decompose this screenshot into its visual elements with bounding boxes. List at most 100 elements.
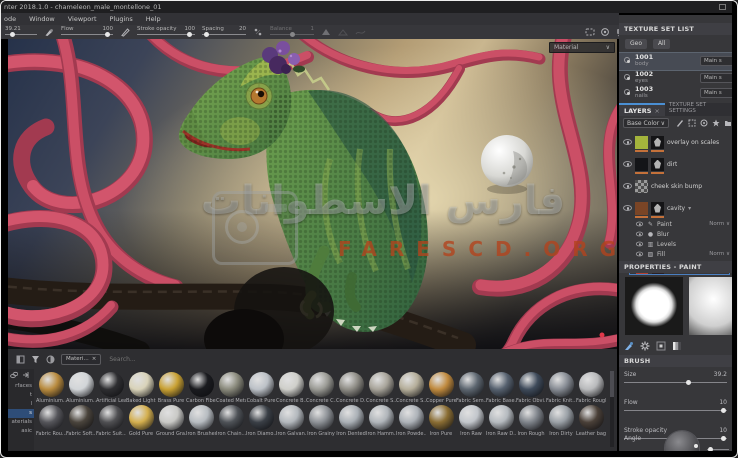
material-item[interactable]: Fabric Rou... xyxy=(36,404,66,437)
material-sphere[interactable] xyxy=(249,405,274,430)
material-item[interactable]: Aluminium... xyxy=(66,371,96,404)
falloff-icon[interactable] xyxy=(355,27,365,37)
material-item[interactable]: Iron Brushed xyxy=(186,404,216,437)
shelf-category[interactable]: asic xyxy=(8,427,34,436)
shelf-category-selected[interactable]: s xyxy=(8,409,34,418)
layer-mask-thumbnail[interactable] xyxy=(651,202,664,215)
brush-preview-thumbnail[interactable] xyxy=(689,277,732,335)
layer-thumbnail[interactable] xyxy=(635,136,648,149)
import-icon[interactable] xyxy=(22,371,30,379)
layer-mask-thumbnail[interactable] xyxy=(651,158,664,171)
window-restore-icon[interactable] xyxy=(719,4,726,10)
filter-tag-chip[interactable]: Materi... × xyxy=(61,354,101,365)
material-item[interactable]: Iron Rough xyxy=(516,404,546,437)
material-sphere[interactable] xyxy=(309,405,334,430)
flow-property-slider[interactable]: Flow10 xyxy=(619,399,732,411)
stencil-square-icon[interactable] xyxy=(656,341,666,351)
material-item[interactable]: Concrete S... xyxy=(396,371,426,404)
layer-row[interactable]: dirt xyxy=(619,153,732,175)
shelf-category[interactable]: rfaces xyxy=(8,382,34,391)
material-sphere[interactable] xyxy=(189,405,214,430)
material-item[interactable]: Fabric Base... xyxy=(486,371,516,404)
effect-row[interactable]: ● Blur xyxy=(619,229,732,239)
texture-set-filter-all[interactable]: All xyxy=(653,39,670,49)
material-item[interactable]: Iron Dirty xyxy=(546,404,576,437)
shelf-category[interactable]: l xyxy=(8,400,34,409)
material-sphere[interactable] xyxy=(369,405,394,430)
material-sphere[interactable] xyxy=(519,372,544,397)
add-paint-icon[interactable] xyxy=(676,119,684,127)
material-item[interactable]: Leather bag xyxy=(576,404,606,437)
brush-alpha-thumbnail[interactable] xyxy=(625,277,683,335)
material-sphere[interactable] xyxy=(489,405,514,430)
add-smart-material-icon[interactable] xyxy=(712,119,720,127)
material-sphere[interactable] xyxy=(159,372,184,397)
add-folder-icon[interactable] xyxy=(724,119,732,127)
effect-row[interactable]: ▥ Levels xyxy=(619,239,732,249)
physical-brush-icon[interactable] xyxy=(624,341,634,351)
material-sphere[interactable] xyxy=(279,372,304,397)
layer-row-cavity[interactable]: cavity ▾ xyxy=(619,197,732,219)
blend-mode-dropdown[interactable]: Norm ∨ xyxy=(709,221,730,227)
menu-item-help[interactable]: Help xyxy=(146,15,161,23)
lazy-mouse-icon[interactable] xyxy=(338,27,348,37)
material-sphere[interactable] xyxy=(429,405,454,430)
shelf-category[interactable]: t xyxy=(8,391,34,400)
visibility-eye-icon[interactable] xyxy=(636,232,643,237)
material-sphere[interactable] xyxy=(39,405,64,430)
material-sphere[interactable] xyxy=(489,372,514,397)
material-item[interactable]: Iron Powde... xyxy=(396,404,426,437)
texture-set-row[interactable]: 1003 nails Main s xyxy=(619,85,732,100)
visibility-eye-icon[interactable] xyxy=(636,252,643,257)
layer-row[interactable]: overlay on scales xyxy=(619,131,732,153)
close-icon[interactable]: × xyxy=(92,356,97,362)
close-icon[interactable]: × xyxy=(654,107,659,115)
material-sphere[interactable] xyxy=(99,372,124,397)
material-item[interactable]: Baked Light... xyxy=(126,371,156,404)
projection-icon[interactable] xyxy=(600,27,610,37)
material-item[interactable]: Iron Raw D... xyxy=(486,404,516,437)
material-sphere[interactable] xyxy=(159,405,184,430)
material-item[interactable]: Ground Gra... xyxy=(156,404,186,437)
material-item[interactable]: Concrete B... xyxy=(276,371,306,404)
material-sphere[interactable] xyxy=(549,372,574,397)
shelf-scrollbar[interactable] xyxy=(610,371,614,447)
3d-viewport[interactable]: Material ∨ فارس الاسطوانات FARESCD.ORG xyxy=(8,39,617,349)
material-item[interactable]: Coated Metal xyxy=(216,371,246,404)
material-sphere[interactable] xyxy=(309,372,334,397)
material-sphere[interactable] xyxy=(69,405,94,430)
texture-set-row[interactable]: 1001 body Main s xyxy=(619,53,732,70)
material-item[interactable]: Cobalt Pure xyxy=(246,371,276,404)
shader-button[interactable]: Main s xyxy=(700,56,732,66)
layer-mask-thumbnail[interactable] xyxy=(651,136,664,149)
channel-dropdown[interactable]: Base Color ∨ xyxy=(623,118,669,128)
material-item[interactable]: Iron Grainy xyxy=(306,404,336,437)
visibility-eye-icon[interactable] xyxy=(623,183,632,189)
material-item[interactable]: Iron Diamo... xyxy=(246,404,276,437)
material-item[interactable]: Iron Raw xyxy=(456,404,486,437)
material-sphere[interactable] xyxy=(249,372,274,397)
material-sphere[interactable] xyxy=(549,405,574,430)
menu-item-mode[interactable]: ode xyxy=(4,15,16,23)
visibility-eye-icon[interactable] xyxy=(623,139,632,145)
material-sphere[interactable] xyxy=(369,372,394,397)
spacing-slider[interactable]: Spacing20 xyxy=(202,26,246,38)
material-item[interactable]: Iron Galvan... xyxy=(276,404,306,437)
menu-item-window[interactable]: Window xyxy=(29,15,55,23)
add-mask-icon[interactable] xyxy=(688,119,696,127)
material-sphere[interactable] xyxy=(129,405,154,430)
blend-mode-dropdown[interactable]: Norm ∨ xyxy=(709,251,730,257)
material-sphere[interactable] xyxy=(339,405,364,430)
material-sphere[interactable] xyxy=(459,372,484,397)
texture-set-row[interactable]: 1002 eyes Main s xyxy=(619,70,732,85)
material-item[interactable]: Artificial Lea... xyxy=(96,371,126,404)
material-sphere[interactable] xyxy=(519,405,544,430)
material-sphere[interactable] xyxy=(579,405,604,430)
tab-texture-set-settings[interactable]: TEXTURE SET SETTINGS xyxy=(665,102,732,116)
shelf-collapse-icon[interactable] xyxy=(16,355,25,364)
stroke-opacity-slider[interactable]: Stroke opacity100 xyxy=(137,26,195,38)
material-item[interactable]: Gold Pure xyxy=(126,404,156,437)
menu-item-plugins[interactable]: Plugins xyxy=(110,15,133,23)
effect-row[interactable]: ▨ Fill Norm ∨ xyxy=(619,249,732,259)
visibility-eye-icon[interactable] xyxy=(623,205,632,211)
